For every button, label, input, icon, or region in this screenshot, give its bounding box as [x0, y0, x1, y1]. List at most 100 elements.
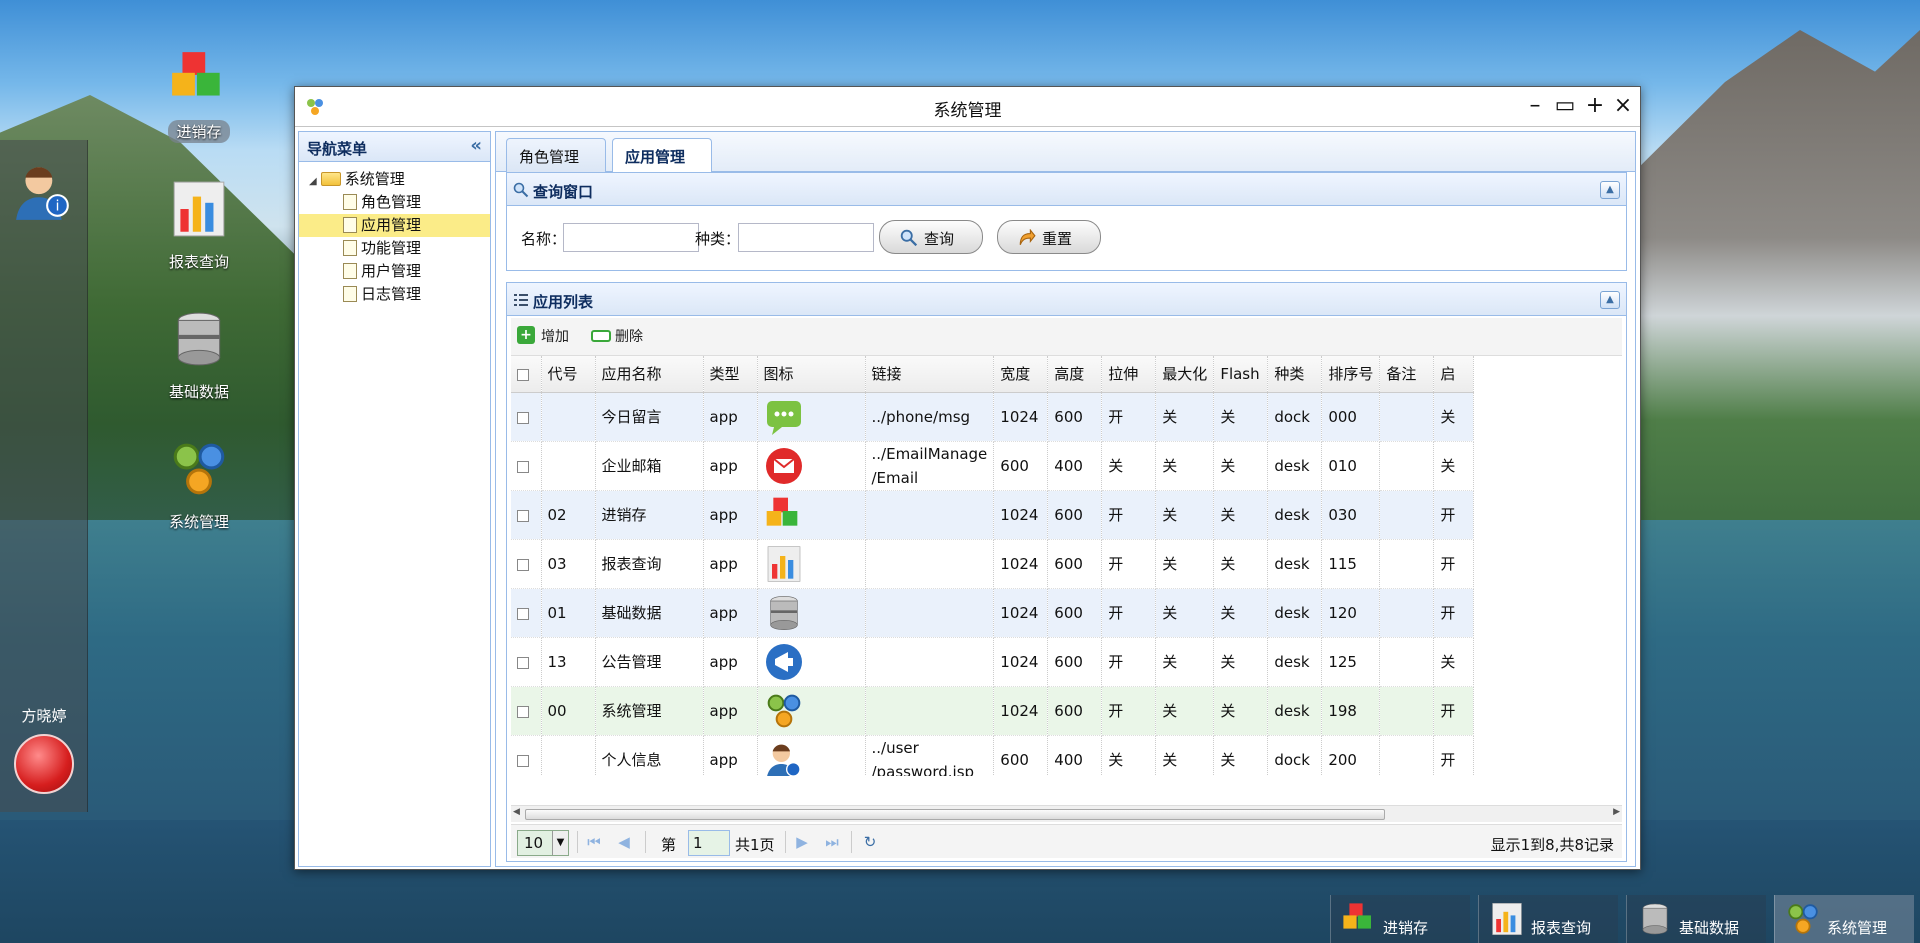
row-checkbox[interactable]	[511, 735, 542, 776]
last-page-icon[interactable]: ⏭	[823, 833, 841, 851]
flash-cell: 关	[1213, 441, 1269, 491]
column-header[interactable]: 图标	[757, 356, 866, 393]
column-header[interactable]: 高度	[1047, 356, 1103, 393]
message-icon	[764, 397, 804, 437]
table-row[interactable]: 00 系统管理 app 1024 600 开关关 desk 198 开	[511, 686, 1475, 736]
first-page-icon[interactable]: ⏮	[585, 833, 603, 851]
tree-item-user[interactable]: 用户管理	[299, 260, 490, 283]
prev-page-icon[interactable]: ◀	[615, 833, 633, 851]
tab-bar: 角色管理× 应用管理×	[496, 132, 1635, 185]
row-checkbox[interactable]	[511, 392, 542, 442]
app-icon-cell	[757, 588, 866, 638]
tab-role-management[interactable]: 角色管理×	[506, 138, 606, 185]
column-header[interactable]: 代号	[541, 356, 596, 393]
tab-app-management[interactable]: 应用管理×	[612, 138, 712, 185]
left-sidebar: i 方晓婷	[0, 140, 88, 812]
row-checkbox[interactable]	[511, 637, 542, 687]
column-header[interactable]: 宽度	[993, 356, 1049, 393]
row-checkbox[interactable]	[511, 686, 542, 736]
column-header[interactable]: 应用名称	[595, 356, 704, 393]
column-header[interactable]: 备注	[1379, 356, 1435, 393]
search-button[interactable]: 查询	[879, 220, 983, 254]
type-input[interactable]	[738, 223, 874, 252]
column-header[interactable]: 链接	[865, 356, 995, 393]
tree-item-function[interactable]: 功能管理	[299, 237, 490, 260]
name-input[interactable]	[563, 223, 699, 252]
page-number-input[interactable]: 1	[688, 830, 730, 856]
add-button-label: 增加	[541, 329, 569, 345]
table-row[interactable]: 01 基础数据 app 1024 600 开关关 desk 120 开	[511, 588, 1475, 638]
desktop-icon-report[interactable]: 报表查询	[139, 178, 259, 273]
desktop-icon-basedata[interactable]: 基础数据	[139, 308, 259, 403]
column-header[interactable]: Flash	[1213, 356, 1269, 393]
table-row[interactable]: 02 进销存 app 1024 600 开关关 desk 030 开	[511, 490, 1475, 540]
column-header[interactable]: 种类	[1267, 356, 1323, 393]
table-row[interactable]: 今日留言 app ../phone/msg 1024 600 开关关 dock 000 关	[511, 392, 1475, 442]
collapse-icon[interactable]: «	[470, 135, 482, 156]
link-cell	[865, 686, 995, 736]
user-info-icon[interactable]: i	[12, 160, 74, 222]
reset-button[interactable]: 重置	[997, 220, 1101, 254]
column-header[interactable]: 排序号	[1321, 356, 1381, 393]
add-button[interactable]: + 增加	[517, 326, 569, 346]
refresh-icon[interactable]: ↻	[861, 833, 879, 851]
divider	[785, 831, 786, 853]
desktop-icon-jinxiaocun[interactable]: 进销存	[139, 48, 259, 143]
delete-button[interactable]: 删除	[591, 326, 643, 346]
tree-item-role[interactable]: 角色管理	[299, 191, 490, 214]
code-cell: 03	[541, 539, 596, 589]
name-cell: 报表查询	[595, 539, 704, 589]
close-button[interactable]: ×	[1610, 93, 1636, 119]
scroll-thumb[interactable]	[525, 809, 1385, 820]
stretch-cell: 关	[1101, 441, 1157, 491]
next-page-icon[interactable]: ▶	[793, 833, 811, 851]
window-titlebar[interactable]: 系统管理 – ▭ + ×	[295, 87, 1640, 127]
power-icon[interactable]	[14, 734, 74, 794]
taskbar-item-jinxiaocun[interactable]: 进销存	[1330, 895, 1470, 943]
page-size-select[interactable]: 10 ▼	[517, 830, 569, 856]
taskbar-item-report[interactable]: 报表查询	[1478, 895, 1618, 943]
column-header[interactable]: 最大化	[1155, 356, 1215, 393]
query-panel-header: 查询窗口 ▲	[506, 172, 1627, 206]
scroll-right-icon[interactable]: ▶	[1613, 807, 1620, 817]
app-icon-cell	[757, 441, 866, 491]
row-checkbox[interactable]	[511, 490, 542, 540]
collapse-up-icon[interactable]: ▲	[1600, 181, 1620, 199]
expand-arrow-icon[interactable]: ◢	[309, 176, 317, 187]
taskbar-item-sysmgmt[interactable]: 系统管理	[1774, 895, 1914, 943]
row-checkbox[interactable]	[511, 441, 542, 491]
height-cell: 600	[1047, 588, 1103, 638]
tree-root-sysmgmt[interactable]: ◢ 系统管理	[299, 168, 490, 191]
code-cell: 02	[541, 490, 596, 540]
table-row[interactable]: 03 报表查询 app 1024 600 开关关 desk 115 开	[511, 539, 1475, 589]
column-header[interactable]: 拉伸	[1101, 356, 1157, 393]
tree-item-app[interactable]: 应用管理	[299, 214, 490, 237]
table-row[interactable]: 13 公告管理 app 1024 600 开关关 desk 125 关	[511, 637, 1475, 687]
table-row[interactable]: 个人信息 app ../user /password.jsp 600 400 关关关 doc…	[511, 735, 1475, 776]
cubes-icon	[172, 52, 220, 96]
horizontal-scrollbar[interactable]: ◀ ▶	[511, 805, 1622, 822]
move-button[interactable]: +	[1582, 93, 1608, 119]
row-checkbox[interactable]	[511, 588, 542, 638]
row-checkbox[interactable]	[511, 539, 542, 589]
scroll-left-icon[interactable]: ◀	[513, 807, 520, 817]
chevron-down-icon[interactable]: ▼	[552, 831, 568, 855]
maximize-button[interactable]: ▭	[1552, 93, 1578, 119]
minimize-button[interactable]: –	[1522, 93, 1548, 119]
table-row[interactable]: 企业邮箱 app ../EmailManage /Email 600 400 关关关 des…	[511, 441, 1475, 491]
collapse-up-icon[interactable]: ▲	[1600, 291, 1620, 309]
column-header[interactable]: 类型	[703, 356, 758, 393]
list-panel-header: 应用列表 ▲	[506, 282, 1627, 316]
cubes-icon	[764, 495, 804, 535]
tree-item-log[interactable]: 日志管理	[299, 283, 490, 306]
max-cell: 关	[1155, 490, 1215, 540]
tab-label: 应用管理	[625, 148, 686, 166]
column-header[interactable]: 启	[1433, 356, 1475, 393]
database-icon	[1642, 903, 1668, 935]
desktop-icon-sysmgmt[interactable]: 系统管理	[139, 438, 259, 533]
app-icon-cell	[757, 392, 866, 442]
list-icon	[514, 294, 528, 306]
bar-chart-icon	[1492, 903, 1522, 935]
taskbar-item-basedata[interactable]: 基础数据	[1626, 895, 1766, 943]
select-all-checkbox[interactable]	[511, 356, 542, 393]
